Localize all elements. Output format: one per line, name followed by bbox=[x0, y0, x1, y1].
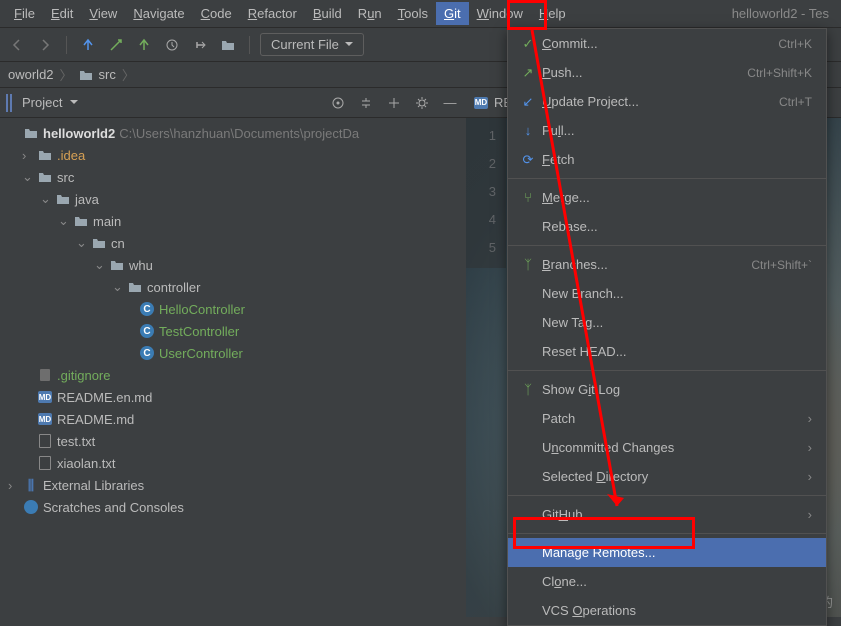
tree-root[interactable]: helloworld2 C:\Users\hanzhuan\Documents\… bbox=[0, 122, 466, 144]
run-config-select[interactable]: Current File bbox=[260, 33, 364, 56]
menu-view[interactable]: View bbox=[81, 2, 125, 25]
git-manage-remotes[interactable]: Manage Remotes... bbox=[508, 538, 826, 567]
tree-src[interactable]: ⌄ src bbox=[0, 166, 466, 188]
vcs-push-icon[interactable] bbox=[133, 34, 155, 56]
git-github[interactable]: GitHub› bbox=[508, 500, 826, 529]
markdown-icon: MD bbox=[38, 391, 52, 403]
tree-external-libraries[interactable]: ›⫼ External Libraries bbox=[0, 474, 466, 496]
commit-icon: ✓ bbox=[518, 36, 538, 52]
git-new-branch[interactable]: New Branch... bbox=[508, 279, 826, 308]
tree-idea[interactable]: › .idea bbox=[0, 144, 466, 166]
git-pull[interactable]: ↓Pull... bbox=[508, 116, 826, 145]
menu-navigate[interactable]: Navigate bbox=[125, 2, 192, 25]
menu-code[interactable]: Code bbox=[193, 2, 240, 25]
git-update-project[interactable]: ↙Update Project...Ctrl+T bbox=[508, 87, 826, 116]
scratch-icon bbox=[24, 500, 38, 514]
git-fetch[interactable]: ⟳Fetch bbox=[508, 145, 826, 174]
menu-refactor[interactable]: Refactor bbox=[240, 2, 305, 25]
project-tree[interactable]: helloworld2 C:\Users\hanzhuan\Documents\… bbox=[0, 118, 466, 522]
editor-gutter: 1 2 3 4 5 bbox=[466, 118, 506, 268]
tree-whu[interactable]: ⌄ whu bbox=[0, 254, 466, 276]
git-selected-directory[interactable]: Selected Directory› bbox=[508, 462, 826, 491]
markdown-icon: MD bbox=[38, 413, 52, 425]
class-icon: C bbox=[140, 346, 154, 360]
git-new-tag[interactable]: New Tag... bbox=[508, 308, 826, 337]
tree-xiaolan[interactable]: xiaolan.txt bbox=[0, 452, 466, 474]
tool-grip-icon[interactable] bbox=[6, 94, 14, 112]
menu-help[interactable]: Help bbox=[531, 2, 574, 25]
menu-build[interactable]: Build bbox=[305, 2, 350, 25]
push-icon: ↗ bbox=[518, 65, 538, 81]
nav-back-icon[interactable] bbox=[6, 34, 28, 56]
tree-file-hello[interactable]: C HelloController bbox=[0, 298, 466, 320]
tree-main[interactable]: ⌄ main bbox=[0, 210, 466, 232]
chevron-down-icon[interactable] bbox=[70, 100, 78, 105]
breadcrumb-project[interactable]: oworld2 bbox=[8, 67, 54, 82]
log-icon: ᛉ bbox=[518, 382, 538, 397]
git-reset-head[interactable]: Reset HEAD... bbox=[508, 337, 826, 366]
pull-icon: ↓ bbox=[518, 123, 538, 138]
menu-window[interactable]: Window bbox=[469, 2, 531, 25]
vcs-history-icon[interactable] bbox=[161, 34, 183, 56]
hide-icon[interactable]: — bbox=[440, 93, 460, 113]
git-show-log[interactable]: ᛉShow Git Log bbox=[508, 375, 826, 404]
git-rebase[interactable]: Rebase... bbox=[508, 212, 826, 241]
vcs-rollback-icon[interactable] bbox=[189, 34, 211, 56]
menu-file[interactable]: File bbox=[6, 2, 43, 25]
library-icon: ⫼ bbox=[22, 477, 40, 494]
tree-file-user[interactable]: C UserController bbox=[0, 342, 466, 364]
tree-cn[interactable]: ⌄ cn bbox=[0, 232, 466, 254]
tree-testtxt[interactable]: test.txt bbox=[0, 430, 466, 452]
git-branches[interactable]: ᛉBranches...Ctrl+Shift+` bbox=[508, 250, 826, 279]
text-file-icon bbox=[39, 456, 51, 470]
tree-scratches[interactable]: Scratches and Consoles bbox=[0, 496, 466, 518]
gear-icon[interactable] bbox=[412, 93, 432, 113]
class-icon: C bbox=[140, 302, 154, 316]
project-tool-title[interactable]: Project bbox=[22, 95, 62, 110]
menu-edit[interactable]: Edit bbox=[43, 2, 81, 25]
project-tool-window: Project — helloworld2 C:\Users\hanzhuan\… bbox=[0, 88, 466, 617]
merge-icon: ⑂ bbox=[518, 190, 538, 205]
tree-readme-en[interactable]: MD README.en.md bbox=[0, 386, 466, 408]
fetch-icon: ⟳ bbox=[518, 152, 538, 168]
git-uncommitted[interactable]: Uncommitted Changes› bbox=[508, 433, 826, 462]
expand-all-icon[interactable] bbox=[356, 93, 376, 113]
tree-gitignore[interactable]: .gitignore bbox=[0, 364, 466, 386]
open-file-icon[interactable] bbox=[217, 34, 239, 56]
tree-java[interactable]: ⌄ java bbox=[0, 188, 466, 210]
vcs-commit-icon[interactable] bbox=[105, 34, 127, 56]
git-patch[interactable]: Patch› bbox=[508, 404, 826, 433]
menu-run[interactable]: Run bbox=[350, 2, 390, 25]
tree-readme[interactable]: MD README.md bbox=[0, 408, 466, 430]
tree-controller[interactable]: ⌄ controller bbox=[0, 276, 466, 298]
menu-tools[interactable]: Tools bbox=[390, 2, 436, 25]
breadcrumb-src[interactable]: src bbox=[99, 67, 116, 82]
git-clone[interactable]: Clone... bbox=[508, 567, 826, 596]
window-title: helloworld2 - Tes bbox=[732, 6, 835, 21]
tree-file-test[interactable]: C TestController bbox=[0, 320, 466, 342]
select-opened-file-icon[interactable] bbox=[328, 93, 348, 113]
vcs-update-icon[interactable] bbox=[77, 34, 99, 56]
git-vcs-operations[interactable]: VCS Operations bbox=[508, 596, 826, 625]
git-push[interactable]: ↗Push...Ctrl+Shift+K bbox=[508, 58, 826, 87]
folder-icon bbox=[79, 69, 93, 81]
git-menu-dropdown: ✓Commit...Ctrl+K ↗Push...Ctrl+Shift+K ↙U… bbox=[507, 28, 827, 626]
menubar: File Edit View Navigate Code Refactor Bu… bbox=[0, 0, 841, 28]
class-icon: C bbox=[140, 324, 154, 338]
text-file-icon bbox=[39, 434, 51, 448]
nav-forward-icon[interactable] bbox=[34, 34, 56, 56]
branch-icon: ᛉ bbox=[518, 257, 538, 272]
markdown-icon: MD bbox=[474, 97, 488, 109]
git-merge[interactable]: ⑂Merge... bbox=[508, 183, 826, 212]
git-commit[interactable]: ✓Commit...Ctrl+K bbox=[508, 29, 826, 58]
menu-git[interactable]: Git bbox=[436, 2, 469, 25]
update-icon: ↙ bbox=[518, 94, 538, 110]
project-tool-header: Project — bbox=[0, 88, 466, 118]
collapse-all-icon[interactable] bbox=[384, 93, 404, 113]
